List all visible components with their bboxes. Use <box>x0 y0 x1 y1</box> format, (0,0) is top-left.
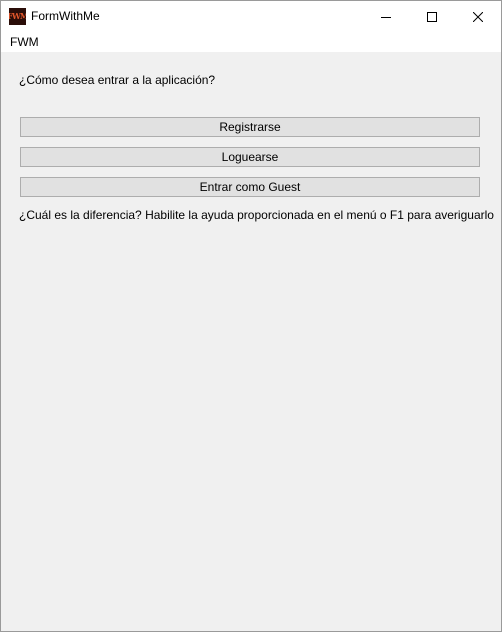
main-content: ¿Cómo desea entrar a la aplicación? Regi… <box>1 52 501 631</box>
menu-item-fwm[interactable]: FWM <box>4 33 45 51</box>
maximize-icon <box>427 11 437 22</box>
minimize-icon <box>381 16 391 18</box>
app-icon-text: FWM <box>9 11 26 21</box>
login-button[interactable]: Loguearse <box>20 147 480 167</box>
window-title: FormWithMe <box>31 9 100 23</box>
close-icon <box>473 11 483 22</box>
fwm-app-icon[interactable]: FWM <box>9 8 26 25</box>
title-bar[interactable]: FWM FormWithMe <box>1 1 501 32</box>
entry-prompt-label: ¿Cómo desea entrar a la aplicación? <box>19 73 216 87</box>
help-hint-label: ¿Cuál es la diferencia? Habilite la ayud… <box>19 208 494 222</box>
minimize-button[interactable] <box>363 1 409 32</box>
close-button[interactable] <box>455 1 501 32</box>
app-window: FWM FormWithMe FWM ¿Cómo desea entrar a … <box>0 0 502 632</box>
menu-bar: FWM <box>1 32 501 52</box>
guest-button[interactable]: Entrar como Guest <box>20 177 480 197</box>
register-button[interactable]: Registrarse <box>20 117 480 137</box>
maximize-button[interactable] <box>409 1 455 32</box>
